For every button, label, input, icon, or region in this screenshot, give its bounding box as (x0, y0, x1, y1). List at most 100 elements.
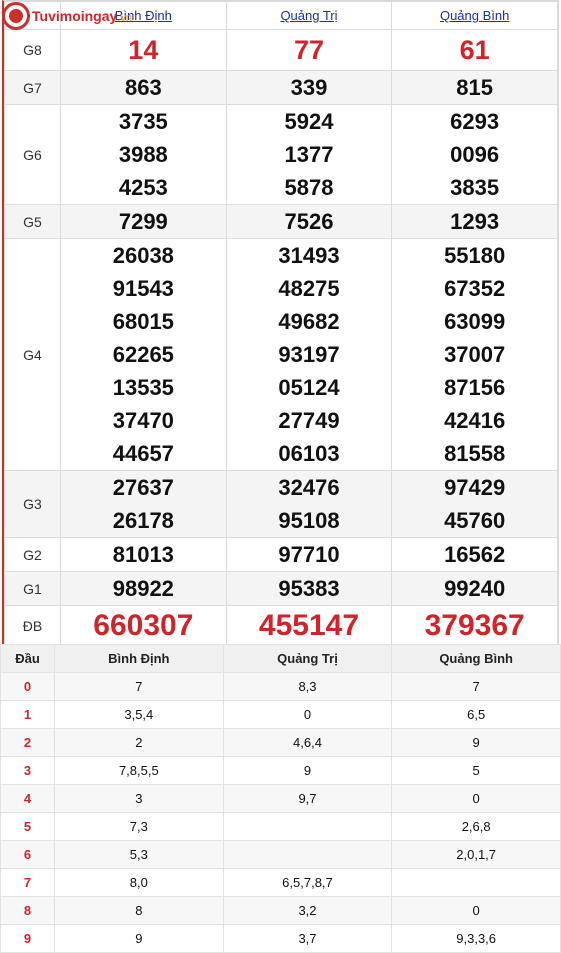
loto-cell: 9 (222, 756, 393, 785)
prize-row-g1: G1 98922 95383 99240 (4, 571, 558, 606)
prize-label: ĐB (4, 605, 61, 647)
prize-value: 81013 (60, 537, 227, 572)
prize-row-g7: G7 863 339 815 (4, 70, 558, 105)
prize-value: 5878 (284, 175, 334, 200)
prize-value: 77 (225, 29, 393, 71)
prize-value: 31493 (278, 243, 340, 268)
dau-cell: 0 (0, 672, 55, 701)
prize-row-g3: G3 27637 26178 32476 95108 97429 45760 (4, 470, 558, 538)
dau-cell: 5 (0, 812, 55, 841)
loto-cell: 5,3 (54, 840, 224, 869)
loto-cell (222, 840, 393, 869)
prize-value: 93197 (278, 342, 340, 367)
prize-value: 4253 (118, 175, 168, 200)
loto-row: 6 5,3 2,0,1,7 (0, 840, 561, 869)
loto-row: 9 9 3,7 9,3,3,6 (0, 924, 561, 953)
prize-value-cell: 26038 91543 68015 62265 13535 37470 4465… (60, 238, 227, 471)
loto-cell (391, 868, 561, 897)
prize-value: 98922 (60, 571, 227, 606)
loto-cell: 4,6,4 (222, 728, 393, 757)
loto-header: Đầu (0, 644, 55, 673)
province-link-quang-binh[interactable]: Quảng Bình (440, 8, 509, 23)
jackpot-value: 379367 (391, 605, 558, 647)
prize-row-db: ĐB 660307 455147 379367 (4, 605, 558, 647)
prize-value-cell: 55180 67352 63099 37007 87156 42416 8155… (391, 238, 558, 471)
loto-cell: 7,3 (54, 812, 224, 841)
loto-cell: 2,6,8 (391, 812, 561, 841)
prize-value: 37007 (444, 342, 506, 367)
prize-value: 06103 (278, 441, 340, 466)
prize-row-g6: G6 3735 3988 4253 5924 1377 5878 6293 00… (4, 104, 558, 205)
jackpot-value: 455147 (225, 605, 393, 647)
loto-cell: 8,0 (54, 868, 224, 897)
prize-value: 55180 (444, 243, 506, 268)
prize-value: 49682 (278, 309, 340, 334)
jackpot-value: 660307 (60, 605, 227, 647)
prize-row-g8: G8 14 77 61 (4, 29, 558, 71)
prize-value: 87156 (444, 375, 506, 400)
dau-cell: 1 (0, 700, 55, 729)
dau-cell: 6 (0, 840, 55, 869)
dau-cell: 9 (0, 924, 55, 953)
prize-value: 27637 (112, 475, 174, 500)
loto-cell: 0 (222, 700, 393, 729)
loto-row: 4 3 9,7 0 (0, 784, 561, 813)
prize-value: 81558 (444, 441, 506, 466)
loto-cell: 3,7 (222, 924, 393, 953)
dau-cell: 8 (0, 896, 55, 925)
prize-value: 63099 (444, 309, 506, 334)
prize-value: 0096 (450, 142, 500, 167)
results-table: Bình Định Quảng Trị Quảng Bình G8 14 77 … (2, 0, 559, 649)
prize-value-cell: 27637 26178 (60, 470, 227, 538)
prize-value: 1293 (391, 204, 558, 239)
loto-cell: 9,7 (222, 784, 393, 813)
site-logo[interactable]: Tuvimoingay.vn (2, 2, 132, 30)
loto-header: Quảng Bình (391, 644, 561, 673)
prize-value-cell: 6293 0096 3835 (391, 104, 558, 205)
logo-icon (2, 2, 30, 30)
prize-value: 45760 (444, 508, 506, 533)
loto-cell: 2,0,1,7 (391, 840, 561, 869)
prize-value: 44657 (112, 441, 174, 466)
loto-row: 8 8 3,2 0 (0, 896, 561, 925)
loto-cell: 9,3,3,6 (391, 924, 561, 953)
prize-label: G8 (4, 29, 61, 71)
prize-value: 42416 (444, 408, 506, 433)
logo-text: Tuvimoingay.vn (32, 8, 132, 24)
loto-header-row: Đầu Bình Định Quảng Trị Quảng Bình (0, 644, 561, 673)
loto-cell: 5 (391, 756, 561, 785)
prize-value: 97710 (225, 537, 393, 572)
loto-cell: 9 (391, 728, 561, 757)
prize-label: G3 (4, 470, 61, 538)
dau-cell: 7 (0, 868, 55, 897)
dau-cell: 2 (0, 728, 55, 757)
loto-cell: 0 (391, 896, 561, 925)
loto-cell: 8 (54, 896, 224, 925)
prize-value: 3735 (118, 109, 168, 134)
prize-label: G4 (4, 238, 61, 471)
prize-value: 95108 (278, 508, 340, 533)
dau-cell: 4 (0, 784, 55, 813)
prize-row-g5: G5 7299 7526 1293 (4, 204, 558, 239)
prize-value: 863 (60, 70, 227, 105)
loto-cell: 3,2 (222, 896, 393, 925)
prize-value: 5924 (284, 109, 334, 134)
prize-value: 339 (225, 70, 393, 105)
prize-value: 95383 (225, 571, 393, 606)
loto-cell: 9 (54, 924, 224, 953)
prize-value: 61 (391, 29, 558, 71)
province-link-quang-tri[interactable]: Quảng Trị (280, 8, 337, 23)
prize-value-cell: 97429 45760 (391, 470, 558, 538)
prize-value: 16562 (391, 537, 558, 572)
prize-value: 67352 (444, 276, 506, 301)
prize-value: 68015 (112, 309, 174, 334)
loto-row: 3 7,8,5,5 9 5 (0, 756, 561, 785)
prize-value: 26178 (112, 508, 174, 533)
prize-row-g4: G4 26038 91543 68015 62265 13535 37470 4… (4, 238, 558, 471)
dau-cell: 3 (0, 756, 55, 785)
loto-header: Bình Định (54, 644, 224, 673)
prize-value: 91543 (112, 276, 174, 301)
prize-value: 32476 (278, 475, 340, 500)
prize-value: 97429 (444, 475, 506, 500)
prize-value: 37470 (112, 408, 174, 433)
